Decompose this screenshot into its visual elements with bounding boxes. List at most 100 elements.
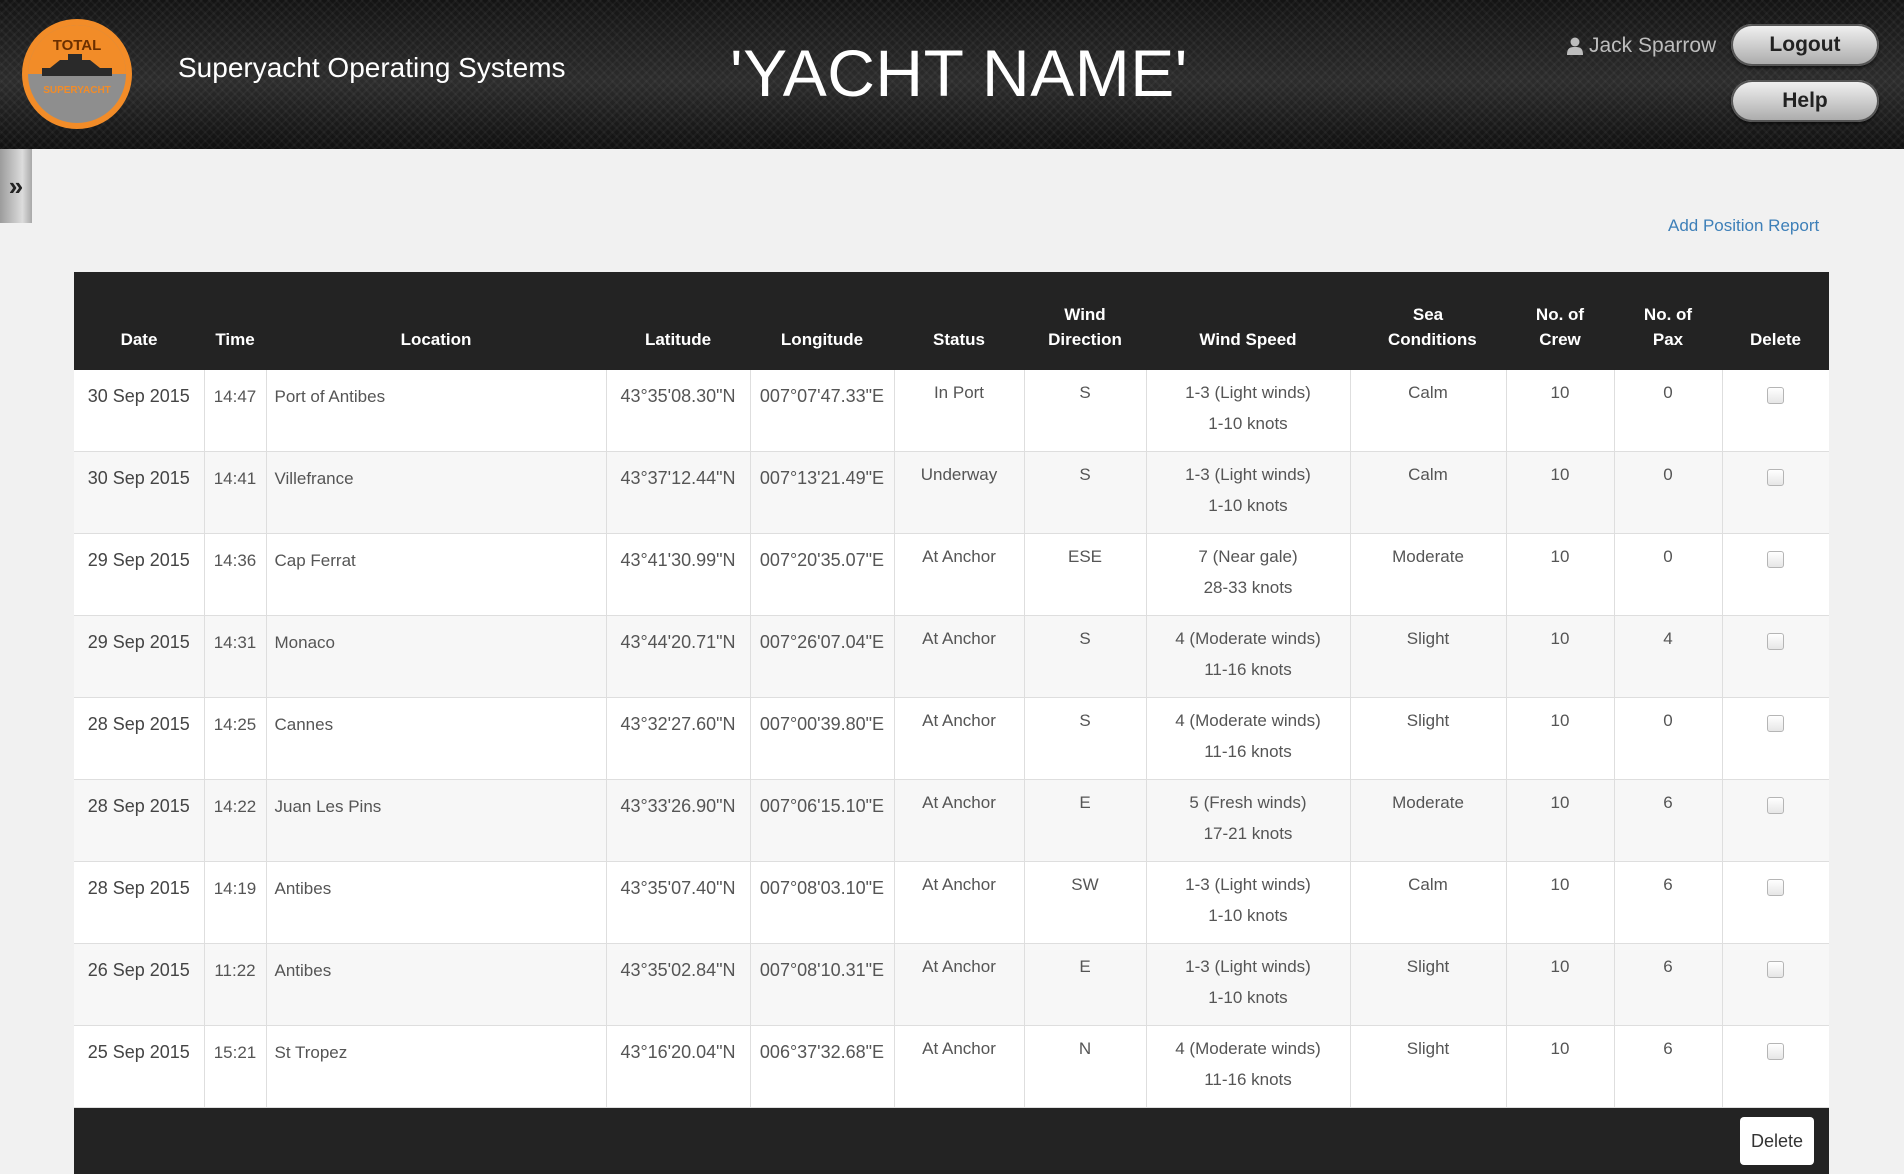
location-cell: Antibes: [266, 861, 607, 944]
delete-checkbox[interactable]: [1767, 387, 1785, 404]
table-footer: Delete: [74, 1108, 1829, 1174]
date-cell: 25 Sep 2015: [74, 1025, 205, 1108]
column-header-delete: Delete: [1722, 272, 1829, 370]
longitude-cell: 007°08'10.31"E: [750, 943, 895, 1026]
crew-count-cell: 10: [1506, 1025, 1615, 1108]
delete-cell: [1722, 943, 1829, 1026]
wind-knots-text: 17-21 knots: [1203, 824, 1293, 843]
date-cell: 30 Sep 2015: [74, 451, 205, 534]
status-cell: At Anchor: [894, 615, 1025, 698]
time-cell: 14:19: [204, 861, 267, 944]
longitude-cell: 007°20'35.07"E: [750, 533, 895, 616]
app-header: TOTAL SUPERYACHT Superyacht Operating Sy…: [0, 0, 1904, 149]
status-cell: At Anchor: [894, 943, 1025, 1026]
longitude-cell: 007°00'39.80"E: [750, 697, 895, 780]
table-row: 29 Sep 2015 14:36 Cap Ferrat 43°41'30.99"N 0…: [74, 533, 1829, 616]
sea-conditions-cell: Moderate: [1350, 779, 1507, 862]
position-reports-table: Date Time Location Latitude Longitude St…: [74, 272, 1829, 1174]
sidebar-toggle-button[interactable]: »: [0, 149, 32, 223]
crew-count-cell: 10: [1506, 861, 1615, 944]
column-header-status: Status: [894, 272, 1024, 370]
wind-direction-cell: S: [1024, 451, 1147, 534]
add-position-report-link[interactable]: Add Position Report: [1668, 216, 1819, 236]
column-header-wind-speed: Wind Speed: [1146, 272, 1350, 370]
delete-checkbox[interactable]: [1767, 879, 1785, 896]
sea-conditions-cell: Slight: [1350, 697, 1507, 780]
wind-speed-cell: 7 (Near gale) 28-33 knots: [1146, 533, 1351, 616]
wind-knots-text: 28-33 knots: [1203, 578, 1293, 597]
time-cell: 14:47: [204, 370, 267, 452]
location-cell: Port of Antibes: [266, 370, 607, 452]
latitude-cell: 43°33'26.90"N: [606, 779, 751, 862]
logout-button[interactable]: Logout: [1731, 24, 1879, 66]
status-cell: At Anchor: [894, 533, 1025, 616]
crew-count-cell: 10: [1506, 943, 1615, 1026]
user-info: Jack Sparrow: [1567, 34, 1716, 58]
delete-checkbox[interactable]: [1767, 715, 1785, 732]
wind-beaufort-text: 7 (Near gale): [1198, 547, 1298, 566]
location-cell: St Tropez: [266, 1025, 607, 1108]
delete-checkbox[interactable]: [1767, 1043, 1785, 1060]
column-header-date: Date: [74, 272, 204, 370]
delete-checkbox[interactable]: [1767, 551, 1785, 568]
date-cell: 30 Sep 2015: [74, 370, 205, 452]
column-header-pax: No. of Pax: [1614, 272, 1722, 370]
delete-checkbox[interactable]: [1767, 469, 1785, 486]
sea-conditions-cell: Slight: [1350, 1025, 1507, 1108]
status-cell: At Anchor: [894, 861, 1025, 944]
wind-direction-cell: S: [1024, 615, 1147, 698]
pax-count-cell: 4: [1614, 615, 1723, 698]
crew-count-cell: 10: [1506, 533, 1615, 616]
status-cell: Underway: [894, 451, 1025, 534]
latitude-cell: 43°16'20.04"N: [606, 1025, 751, 1108]
wind-beaufort-text: 1-3 (Light winds): [1185, 875, 1311, 894]
help-button[interactable]: Help: [1731, 80, 1879, 122]
wind-speed-cell: 1-3 (Light winds) 1-10 knots: [1146, 861, 1351, 944]
wind-beaufort-text: 1-3 (Light winds): [1185, 383, 1311, 402]
column-header-wind-direction: Wind Direction: [1024, 272, 1146, 370]
pax-count-cell: 6: [1614, 1025, 1723, 1108]
status-cell: At Anchor: [894, 779, 1025, 862]
date-cell: 29 Sep 2015: [74, 615, 205, 698]
wind-speed-cell: 1-3 (Light winds) 1-10 knots: [1146, 943, 1351, 1026]
delete-cell: [1722, 615, 1829, 698]
column-header-time: Time: [204, 272, 266, 370]
delete-checkbox[interactable]: [1767, 961, 1785, 978]
delete-checkbox[interactable]: [1767, 633, 1785, 650]
logo-top-text: TOTAL: [53, 37, 102, 54]
longitude-cell: 006°37'32.68"E: [750, 1025, 895, 1108]
wind-direction-cell: E: [1024, 943, 1147, 1026]
wind-beaufort-text: 4 (Moderate winds): [1175, 1039, 1321, 1058]
location-cell: Monaco: [266, 615, 607, 698]
wind-speed-cell: 5 (Fresh winds) 17-21 knots: [1146, 779, 1351, 862]
column-header-longitude: Longitude: [750, 272, 894, 370]
status-cell: At Anchor: [894, 1025, 1025, 1108]
wind-direction-cell: ESE: [1024, 533, 1147, 616]
latitude-cell: 43°32'27.60"N: [606, 697, 751, 780]
sea-conditions-cell: Calm: [1350, 370, 1507, 452]
total-superyacht-logo[interactable]: TOTAL SUPERYACHT: [20, 17, 134, 131]
delete-button[interactable]: Delete: [1740, 1117, 1814, 1165]
pax-count-cell: 0: [1614, 697, 1723, 780]
user-icon: [1567, 37, 1583, 55]
crew-count-cell: 10: [1506, 779, 1615, 862]
time-cell: 15:21: [204, 1025, 267, 1108]
table-row: 28 Sep 2015 14:22 Juan Les Pins 43°33'26.90…: [74, 779, 1829, 862]
delete-cell: [1722, 697, 1829, 780]
delete-cell: [1722, 370, 1829, 452]
wind-direction-cell: E: [1024, 779, 1147, 862]
delete-cell: [1722, 779, 1829, 862]
wind-knots-text: 1-10 knots: [1208, 906, 1288, 925]
logo-bottom-text: SUPERYACHT: [43, 85, 111, 96]
time-cell: 14:36: [204, 533, 267, 616]
latitude-cell: 43°41'30.99"N: [606, 533, 751, 616]
date-cell: 28 Sep 2015: [74, 697, 205, 780]
wind-direction-cell: S: [1024, 697, 1147, 780]
delete-cell: [1722, 1025, 1829, 1108]
longitude-cell: 007°08'03.10"E: [750, 861, 895, 944]
delete-checkbox[interactable]: [1767, 797, 1785, 814]
table-row: 29 Sep 2015 14:31 Monaco 43°44'20.71"N 007°2…: [74, 615, 1829, 698]
user-name: Jack Sparrow: [1589, 34, 1717, 57]
wind-speed-cell: 4 (Moderate winds) 11-16 knots: [1146, 615, 1351, 698]
pax-count-cell: 6: [1614, 943, 1723, 1026]
